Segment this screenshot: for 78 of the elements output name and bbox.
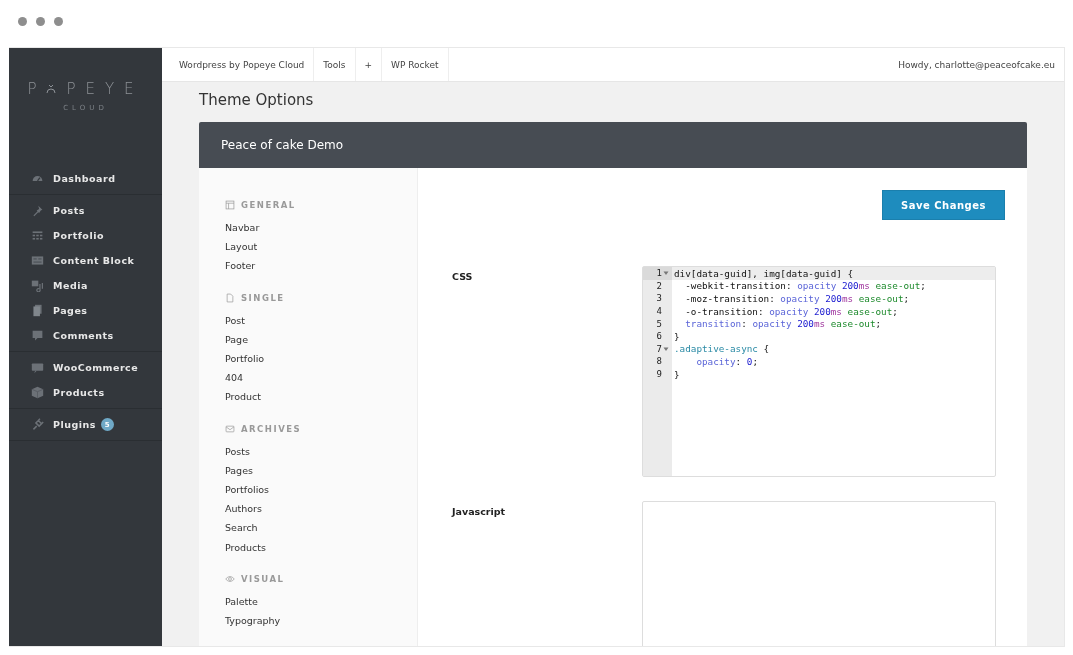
logo-text: P — [27, 80, 47, 98]
inbox-icon — [225, 423, 235, 434]
window-dot — [36, 17, 45, 26]
nav-link[interactable]: Page — [225, 329, 417, 349]
sidebar-item[interactable]: Posts — [9, 198, 162, 223]
nav-link[interactable]: Search — [225, 518, 417, 538]
line-number: 5 — [656, 318, 662, 329]
code-line: -moz-transition: opacity 200ms ease-out; — [684, 293, 910, 304]
grid-icon — [31, 229, 44, 242]
nav-link[interactable]: Pages — [225, 460, 417, 480]
line-number: 3 — [656, 293, 662, 304]
media-icon — [31, 279, 44, 292]
sidebar-item[interactable]: Products — [9, 380, 162, 405]
nav-link[interactable]: Posts — [225, 441, 417, 461]
sidebar-item[interactable]: WooCommerce — [9, 355, 162, 380]
sidebar-item[interactable]: Pages — [9, 298, 162, 323]
nav-link[interactable]: Portfolio — [225, 348, 417, 369]
line-number: 9 — [656, 369, 662, 380]
sidebar-item[interactable]: Content Block — [9, 248, 162, 273]
line-number: 4 — [656, 306, 662, 317]
section-heading: ARCHIVES — [241, 423, 302, 434]
eye-icon — [46, 84, 57, 94]
sidebar-item[interactable]: Dashboard — [9, 166, 162, 191]
nav-link[interactable]: Layout — [225, 237, 417, 257]
section-heading: SINGLE — [241, 292, 285, 303]
comment-icon — [31, 329, 44, 342]
plug-icon — [31, 418, 44, 431]
line-number: 7 — [656, 343, 662, 354]
logo-text: PEYE — [66, 80, 144, 98]
section-heading: VISUAL — [241, 573, 285, 584]
top-bar-link[interactable]: Tools — [314, 48, 356, 81]
nav-link[interactable]: Product — [225, 387, 417, 407]
sidebar-item[interactable]: Portfolio — [9, 223, 162, 248]
code-line: opacity: 0; — [695, 355, 758, 367]
top-bar-link[interactable]: Wordpress by Popeye Cloud — [162, 48, 315, 81]
fold-icon[interactable] — [663, 270, 669, 277]
field-label: Javascript — [452, 506, 506, 517]
code-line: .adaptive-async { — [674, 343, 770, 355]
window-dot — [18, 17, 27, 26]
eye-icon — [225, 573, 235, 584]
line-number: 2 — [656, 280, 662, 291]
code-line: -webkit-transition: opacity 200ms ease-out; — [684, 280, 926, 292]
nav-link[interactable]: Authors — [225, 499, 417, 519]
code-editor[interactable] — [642, 266, 996, 477]
code-line: div[data-guid], img[data-guid] { — [674, 267, 854, 279]
box-icon — [31, 386, 44, 399]
line-number: 6 — [656, 331, 662, 342]
nav-link[interactable]: Typography — [225, 610, 417, 630]
top-bar-link[interactable]: WP Rocket — [382, 48, 449, 81]
pages-icon — [31, 304, 44, 317]
sidebar-item[interactable]: Media — [9, 273, 162, 298]
sidebar-item[interactable]: Comments — [9, 323, 162, 348]
nav-link[interactable]: Navbar — [225, 218, 417, 238]
fold-icon[interactable] — [663, 345, 669, 352]
nav-link[interactable]: Portfolios — [225, 479, 417, 500]
nav-link[interactable]: Products — [225, 537, 417, 557]
field-label: CSS — [452, 271, 473, 282]
nav-link[interactable]: Footer — [225, 256, 417, 276]
panel-title: Peace of cake Demo — [221, 138, 344, 152]
block-icon — [31, 254, 44, 267]
line-number: 8 — [656, 356, 662, 367]
pin-icon — [31, 204, 44, 217]
line-number: 1 — [656, 268, 662, 279]
section-heading: GENERAL — [241, 200, 296, 210]
code-line: } — [674, 330, 680, 342]
nav-link[interactable]: Post — [225, 310, 417, 330]
page-title: Theme Options — [199, 91, 314, 109]
save-button[interactable]: Save Changes — [882, 190, 1005, 220]
window-dot — [54, 17, 63, 26]
file-icon — [225, 292, 235, 303]
nav-link[interactable]: Palette — [225, 591, 417, 611]
layout-icon — [225, 200, 235, 210]
nav-link[interactable]: 404 — [225, 368, 417, 388]
user-greeting[interactable]: Howdy, charlotte@peaceofcake.eu — [898, 48, 1064, 81]
code-line: } — [674, 368, 680, 380]
code-line: transition: opacity 200ms ease-out; — [684, 318, 882, 330]
top-bar-link[interactable]: + — [355, 48, 383, 81]
code-line: -o-transition: opacity 200ms ease-out; — [684, 305, 898, 317]
